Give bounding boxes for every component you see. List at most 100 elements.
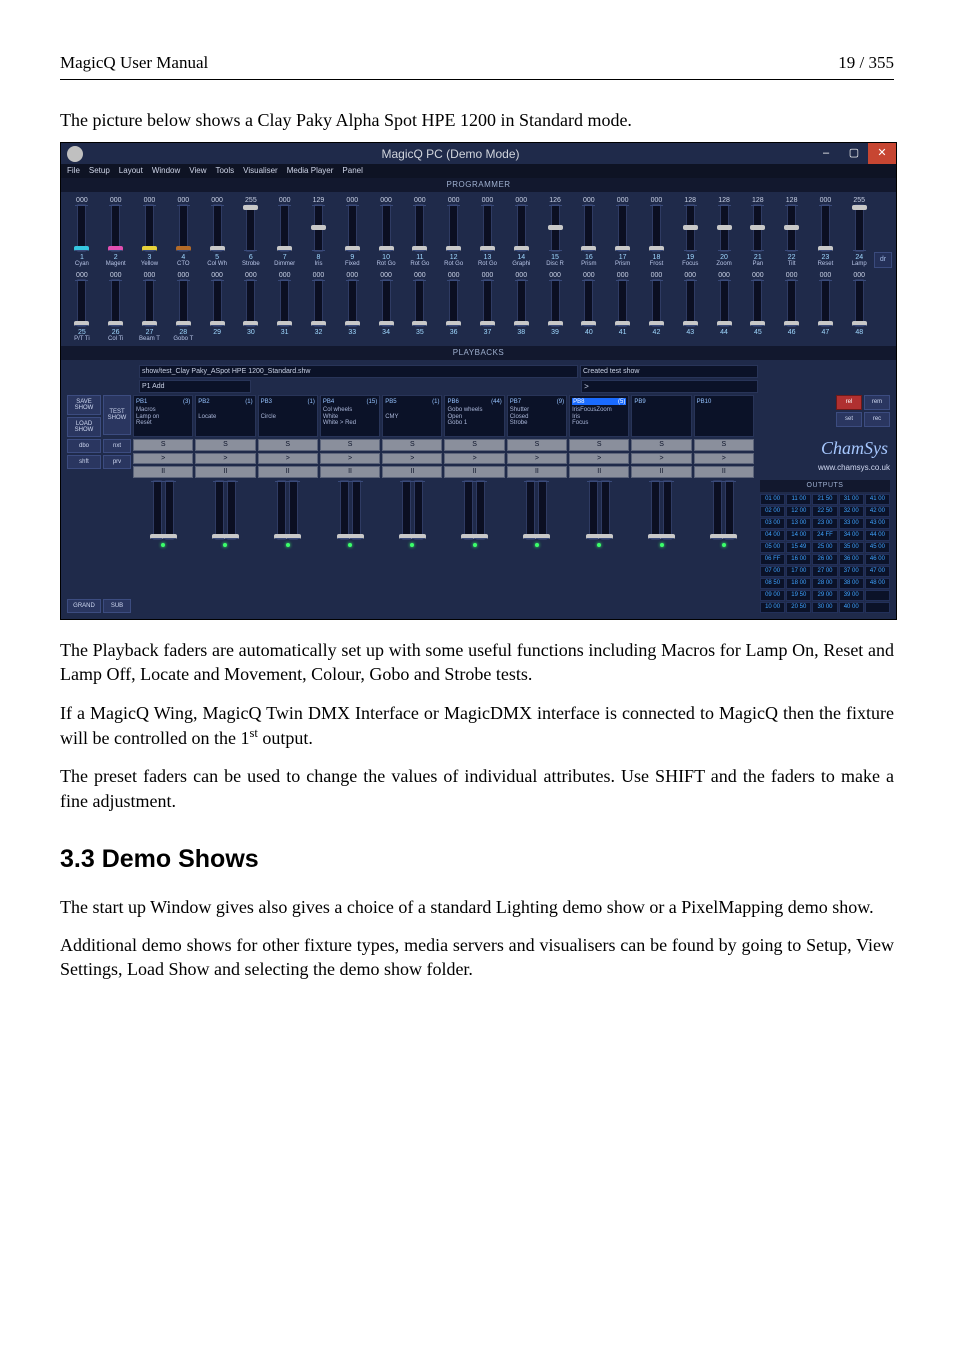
pb-pause-button[interactable]: II bbox=[258, 466, 318, 478]
playback-fader[interactable] bbox=[569, 480, 629, 613]
preset-fader[interactable]: 00010Rot Go bbox=[371, 196, 401, 267]
playback-slot[interactable]: PB6(44)Gobo wheels Open Gobo 1 bbox=[444, 395, 504, 437]
preset-fader[interactable]: 00027Beam T bbox=[135, 271, 165, 342]
pb-pause-button[interactable]: II bbox=[320, 466, 380, 478]
pb-s-button[interactable]: S bbox=[258, 439, 318, 451]
dbo-button[interactable]: dbo bbox=[67, 439, 101, 453]
playback-slot[interactable]: PB2(1) Locate bbox=[195, 395, 255, 437]
preset-fader[interactable]: 0005Col Wh bbox=[202, 196, 232, 267]
menu-tools[interactable]: Tools bbox=[215, 166, 234, 177]
playback-fader[interactable] bbox=[382, 480, 442, 613]
pb-pause-button[interactable]: II bbox=[694, 466, 754, 478]
menu-media player[interactable]: Media Player bbox=[287, 166, 334, 177]
preset-fader[interactable]: 00028Gobo T bbox=[168, 271, 198, 342]
preset-fader[interactable]: 0002Magent bbox=[101, 196, 131, 267]
preset-fader[interactable]: 00035 bbox=[405, 271, 435, 342]
playback-fader[interactable] bbox=[258, 480, 318, 613]
window-close-icon[interactable]: ✕ bbox=[868, 143, 896, 164]
pb-pause-button[interactable]: II bbox=[444, 466, 504, 478]
preset-fader[interactable]: 2556Strobe bbox=[236, 196, 266, 267]
preset-fader[interactable]: 00011Rot Go bbox=[405, 196, 435, 267]
playback-slot[interactable]: PB3(1) Circle bbox=[258, 395, 318, 437]
preset-fader[interactable]: 00014Graphi bbox=[506, 196, 536, 267]
test-show-button[interactable]: TEST SHOW bbox=[103, 395, 131, 435]
menu-layout[interactable]: Layout bbox=[119, 166, 143, 177]
playback-slot[interactable]: PB10 bbox=[694, 395, 754, 437]
preset-fader[interactable]: 00033 bbox=[337, 271, 367, 342]
pb-pause-button[interactable]: II bbox=[382, 466, 442, 478]
preset-fader[interactable]: 00044 bbox=[709, 271, 739, 342]
pb-s-button[interactable]: S bbox=[444, 439, 504, 451]
preset-fader[interactable]: 00034 bbox=[371, 271, 401, 342]
pb-go-button[interactable]: > bbox=[258, 453, 318, 465]
preset-fader[interactable]: 00038 bbox=[506, 271, 536, 342]
playback-slot[interactable]: PB1(3)Macros Lamp on Reset bbox=[133, 395, 193, 437]
pb-pause-button[interactable]: II bbox=[569, 466, 629, 478]
preset-fader[interactable]: 0007Dimmer bbox=[270, 196, 300, 267]
preset-fader[interactable]: 00016Prism bbox=[574, 196, 604, 267]
pb-pause-button[interactable]: II bbox=[195, 466, 255, 478]
playback-fader[interactable] bbox=[133, 480, 193, 613]
pb-pause-button[interactable]: II bbox=[507, 466, 567, 478]
preset-fader[interactable]: 00017Prism bbox=[608, 196, 638, 267]
preset-fader[interactable]: 00031 bbox=[270, 271, 300, 342]
shft-button[interactable]: shft bbox=[67, 455, 101, 469]
pb-s-button[interactable]: S bbox=[320, 439, 380, 451]
menu-view[interactable]: View bbox=[189, 166, 206, 177]
playback-fader[interactable] bbox=[320, 480, 380, 613]
pb-pause-button[interactable]: II bbox=[133, 466, 193, 478]
preset-fader[interactable]: 00025P/T Ti bbox=[67, 271, 97, 342]
window-max-icon[interactable]: ▢ bbox=[840, 143, 868, 164]
playback-slot[interactable]: PB8(5)IrisFocusZoom Iris Focus bbox=[569, 395, 629, 437]
playback-slot[interactable]: PB7(9)Shutter Closed Strobe bbox=[507, 395, 567, 437]
preset-fader[interactable]: 0003Yellow bbox=[135, 196, 165, 267]
set-button[interactable]: set bbox=[836, 412, 862, 427]
prv-button[interactable]: prv bbox=[103, 455, 131, 469]
pb-go-button[interactable]: > bbox=[382, 453, 442, 465]
window-min-icon[interactable]: – bbox=[812, 143, 840, 164]
preset-fader[interactable]: 12820Zoom bbox=[709, 196, 739, 267]
rec-button[interactable]: rec bbox=[864, 412, 890, 427]
pb-go-button[interactable]: > bbox=[569, 453, 629, 465]
pb-go-button[interactable]: > bbox=[444, 453, 504, 465]
pb-pause-button[interactable]: II bbox=[631, 466, 691, 478]
preset-fader[interactable]: 12821Pan bbox=[743, 196, 773, 267]
menu-file[interactable]: File bbox=[67, 166, 80, 177]
preset-fader[interactable]: 00013Rot Go bbox=[473, 196, 503, 267]
rel-button[interactable]: rel bbox=[836, 395, 862, 410]
pb-s-button[interactable]: S bbox=[133, 439, 193, 451]
preset-fader[interactable]: 0004CTO bbox=[168, 196, 198, 267]
preset-fader[interactable]: 12822Tilt bbox=[777, 196, 807, 267]
pb-s-button[interactable]: S bbox=[631, 439, 691, 451]
playback-fader[interactable] bbox=[507, 480, 567, 613]
nxt-button[interactable]: nxt bbox=[103, 439, 131, 453]
pb-s-button[interactable]: S bbox=[507, 439, 567, 451]
playback-fader[interactable] bbox=[195, 480, 255, 613]
preset-fader[interactable]: 00041 bbox=[608, 271, 638, 342]
playback-fader[interactable] bbox=[444, 480, 504, 613]
pb-go-button[interactable]: > bbox=[320, 453, 380, 465]
page-add-label[interactable]: P1 Add bbox=[139, 380, 251, 393]
preset-fader[interactable]: 00048 bbox=[844, 271, 874, 342]
menu-setup[interactable]: Setup bbox=[89, 166, 110, 177]
preset-fader[interactable]: 00026Col Ti bbox=[101, 271, 131, 342]
preset-fader[interactable]: 00042 bbox=[642, 271, 672, 342]
pb-s-button[interactable]: S bbox=[382, 439, 442, 451]
preset-fader[interactable]: 12819Focus bbox=[675, 196, 705, 267]
playback-slot[interactable]: PB9 bbox=[631, 395, 691, 437]
pb-s-button[interactable]: S bbox=[569, 439, 629, 451]
menu-window[interactable]: Window bbox=[152, 166, 180, 177]
pb-go-button[interactable]: > bbox=[507, 453, 567, 465]
menu-visualiser[interactable]: Visualiser bbox=[243, 166, 278, 177]
rem-button[interactable]: rem bbox=[864, 395, 890, 410]
playback-slot[interactable]: PB5(1) CMY bbox=[382, 395, 442, 437]
preset-fader[interactable]: 12615Disc R bbox=[540, 196, 570, 267]
pb-s-button[interactable]: S bbox=[195, 439, 255, 451]
pb-s-button[interactable]: S bbox=[694, 439, 754, 451]
preset-fader[interactable]: 00030 bbox=[236, 271, 266, 342]
pb-go-button[interactable]: > bbox=[694, 453, 754, 465]
preset-fader[interactable]: 0009Fixed bbox=[337, 196, 367, 267]
load-show-button[interactable]: LOAD SHOW bbox=[67, 417, 101, 437]
preset-fader[interactable]: 00046 bbox=[777, 271, 807, 342]
preset-fader[interactable]: 00039 bbox=[540, 271, 570, 342]
